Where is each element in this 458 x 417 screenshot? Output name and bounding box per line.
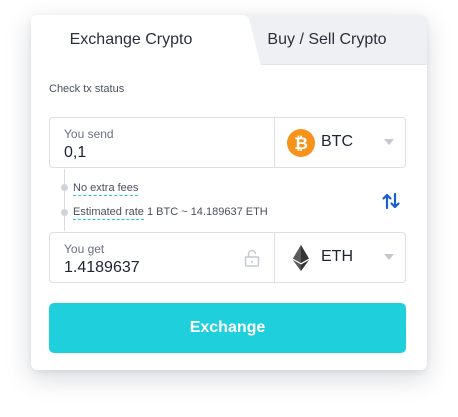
send-currency-ticker: BTC [321,133,353,150]
estimated-rate-value: 1 BTC ~ 14.189637 ETH [146,206,268,218]
send-label: You send [64,127,114,141]
send-amount-input[interactable] [64,144,254,162]
no-extra-fees-link[interactable]: No extra fees [73,182,139,196]
ethereum-icon [293,245,309,271]
bitcoin-icon: ₿ [287,129,315,157]
info-dot [61,209,68,216]
svg-text:₿: ₿ [294,134,308,153]
info-dot [61,184,68,191]
tab-exchange-crypto[interactable]: Exchange Crypto [31,15,261,66]
exchange-button[interactable]: Exchange [49,303,406,353]
unlock-icon[interactable] [244,249,260,267]
get-amount-input [64,259,254,277]
tab-slant-shape [241,15,261,66]
send-currency-select[interactable]: ₿ BTC [275,118,406,167]
swap-arrows-icon [382,192,400,210]
check-tx-status-link[interactable]: Check tx status [49,83,124,95]
get-field: You get ETH [49,232,406,283]
fees-info: No extra fees [73,182,139,196]
tab-exchange-crypto-label[interactable]: Exchange Crypto [31,15,231,65]
chevron-down-icon [384,254,394,260]
send-field: You send ₿ BTC [49,117,406,168]
estimated-rate-link[interactable]: Estimated rate [73,206,144,220]
get-currency-ticker: ETH [321,248,353,265]
get-label: You get [64,242,105,256]
exchange-widget: Buy / Sell Crypto Exchange Crypto Check … [31,15,427,370]
info-rail [64,169,65,231]
rate-info: Estimated rate 1 BTC ~ 14.189637 ETH [73,206,268,220]
chevron-down-icon [384,139,394,145]
swap-currencies-button[interactable] [380,190,402,212]
get-currency-select[interactable]: ETH [275,233,406,282]
